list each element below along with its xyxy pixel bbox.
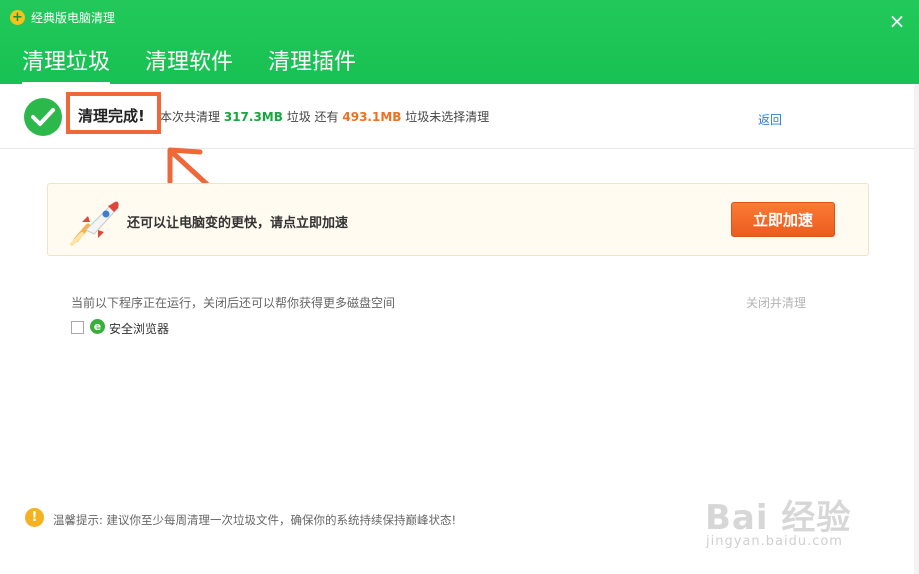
speed-up-button[interactable]: 立即加速	[731, 202, 835, 237]
program-checkbox[interactable]	[71, 321, 84, 334]
close-icon[interactable]: ×	[886, 10, 908, 32]
cleaned-size: 317.3MB	[223, 110, 283, 124]
clean-summary: 本次共清理 317.3MB 垃圾 还有 493.1MB 垃圾未选择清理	[160, 108, 489, 125]
right-edge	[914, 84, 919, 574]
close-and-clean-link[interactable]: 关闭并清理	[746, 294, 806, 311]
watermark-logo: Bai 经验	[705, 498, 852, 538]
tab-clean-junk[interactable]: 清理垃圾	[22, 44, 111, 84]
main-tabs: 清理垃圾 清理软件 清理插件	[22, 44, 356, 84]
result-row: 本次共清理 317.3MB 垃圾 还有 493.1MB 垃圾未选择清理 清理完成…	[0, 84, 919, 149]
check-icon	[24, 98, 62, 136]
running-programs-title: 当前以下程序正在运行，关闭后还可以帮你获得更多磁盘空间	[71, 296, 396, 310]
tip-text: 温馨提示: 建议你至少每周清理一次垃圾文件，确保你的系统持续保持巅峰状态!	[53, 513, 457, 527]
watermark-url: jingyan.baidu.com	[706, 534, 843, 549]
summary-prefix: 本次共清理	[160, 110, 221, 124]
program-name: 安全浏览器	[109, 322, 170, 336]
rocket-icon	[70, 201, 119, 246]
back-link[interactable]: 返回	[758, 111, 782, 128]
browser-icon: e	[90, 319, 105, 334]
clean-done-label: 清理完成!	[78, 107, 145, 125]
summary-suffix: 垃圾未选择清理	[405, 110, 490, 124]
tab-clean-plugins[interactable]: 清理插件	[268, 44, 356, 84]
remaining-size: 493.1MB	[342, 110, 402, 124]
summary-mid: 垃圾 还有	[286, 110, 339, 124]
app-logo-icon: +	[10, 10, 25, 25]
warning-icon: !	[25, 508, 44, 527]
window-title: 经典版电脑清理	[31, 11, 116, 25]
tab-clean-software[interactable]: 清理软件	[145, 44, 233, 84]
window-header: + 经典版电脑清理 × 清理垃圾 清理软件 清理插件	[0, 0, 919, 84]
speed-up-message: 还可以让电脑变的更快，请点立即加速	[127, 216, 349, 231]
